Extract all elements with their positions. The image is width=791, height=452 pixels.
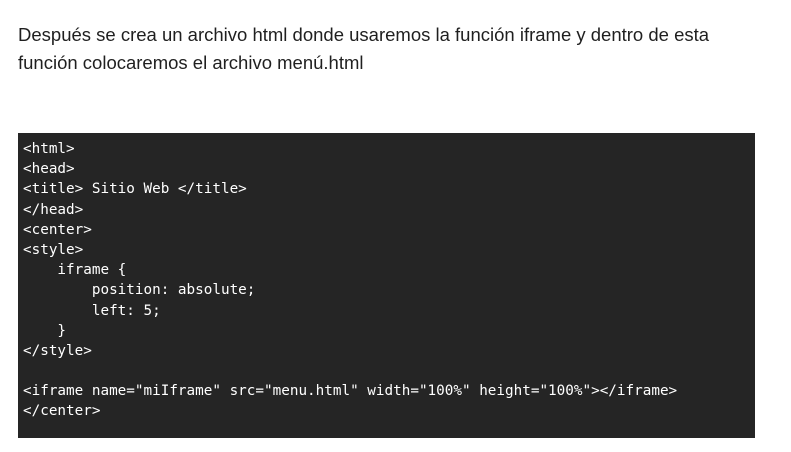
code-line: } bbox=[23, 322, 67, 339]
code-line: <center> bbox=[23, 221, 92, 238]
code-line: </style> bbox=[23, 342, 92, 359]
code-line: left: 5; bbox=[23, 302, 161, 319]
code-block: <html> <head> <title> Sitio Web </title>… bbox=[18, 133, 755, 438]
code-line: </center> bbox=[23, 403, 101, 420]
intro-paragraph: Después se crea un archivo html donde us… bbox=[18, 24, 710, 73]
code-line: position: absolute; bbox=[23, 282, 256, 299]
code-line: iframe { bbox=[23, 262, 127, 279]
code-line: <head> bbox=[23, 161, 75, 178]
code-line: <title> Sitio Web </title> bbox=[23, 181, 247, 198]
code-line: <iframe name="miIframe" src="menu.html" … bbox=[23, 383, 678, 400]
code-line: <html> bbox=[23, 141, 75, 157]
code-line: </head> bbox=[23, 201, 84, 218]
code-line: <style> bbox=[23, 241, 84, 258]
